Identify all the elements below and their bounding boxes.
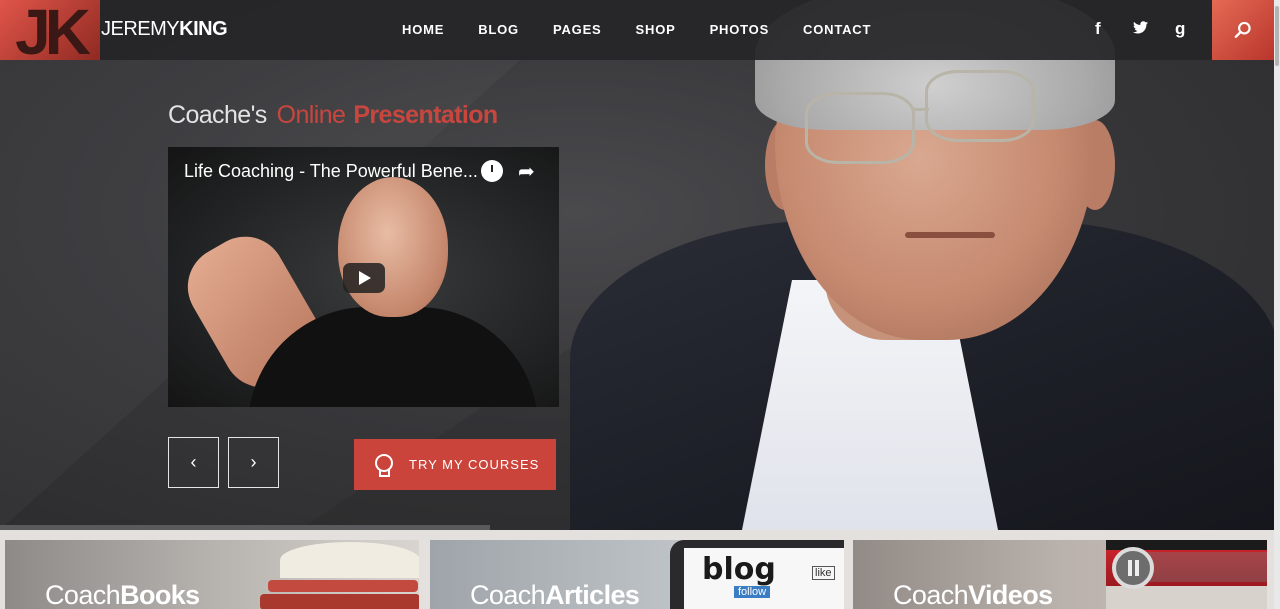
scrollbar-thumb[interactable] (1275, 6, 1279, 66)
card-title-light: Coach (893, 580, 969, 609)
card-title: CoachArticles (470, 580, 640, 609)
logo-name-light: JEREMY (101, 18, 180, 40)
card-title-light: Coach (45, 580, 121, 609)
watch-later-icon[interactable] (481, 160, 503, 182)
share-icon[interactable]: ➦ (518, 159, 535, 184)
card-title: CoachBooks (45, 580, 200, 609)
search-icon (1234, 21, 1251, 39)
card-coach-articles[interactable]: blog follow like CoachArticles (430, 540, 844, 609)
nav-contact[interactable]: CONTACT (803, 22, 871, 37)
book-spine (260, 594, 419, 609)
next-slide-button[interactable]: › (228, 437, 279, 488)
card-coach-videos[interactable]: CoachVideos (853, 540, 1267, 609)
logo-mark-text: JK (15, 0, 91, 60)
video-thumbnail-head (338, 177, 448, 317)
like-tag: like (812, 566, 835, 580)
portrait-glasses-lens (805, 92, 915, 164)
tablet-illustration: blog follow like (670, 540, 844, 609)
hero-section: Coache's Online Presentation Life Coaching… (0, 0, 1280, 530)
search-button[interactable] (1212, 0, 1274, 60)
books-illustration (260, 540, 419, 609)
tablet-screen: blog follow like (684, 548, 844, 609)
hero-headline: Coache's Online Presentation (168, 101, 498, 130)
book-spine (268, 580, 418, 592)
facebook-icon[interactable]: f (1095, 19, 1101, 39)
lightbulb-icon (374, 453, 393, 477)
headline-word: Presentation (353, 101, 498, 129)
portrait-glasses-bridge (913, 108, 929, 111)
video-player[interactable]: Life Coaching - The Powerful Bene... ➦ (168, 147, 559, 407)
card-title: CoachVideos (893, 580, 1053, 609)
pause-icon (1112, 547, 1154, 589)
nav-photos[interactable]: PHOTOS (710, 22, 769, 37)
portrait-mouth (905, 232, 995, 238)
follow-tag: follow (734, 586, 771, 598)
card-title-bold: Books (120, 580, 200, 609)
logo-text[interactable]: JEREMYKING (101, 18, 228, 41)
headline-word: Online (276, 101, 346, 129)
logo-mark[interactable]: JK (0, 0, 100, 60)
try-courses-label: TRY MY COURSES (409, 457, 540, 472)
nav-pages[interactable]: PAGES (553, 22, 602, 37)
site-header: JK JEREMYKING HOME BLOG PAGES SHOP PHOTO… (0, 0, 1280, 60)
twitter-icon[interactable] (1133, 19, 1148, 39)
headline-word: Coache's (168, 101, 267, 129)
video-title[interactable]: Life Coaching - The Powerful Bene... (184, 161, 478, 182)
card-title-light: Coach (470, 580, 546, 609)
coach-portrait (570, 0, 1280, 530)
card-title-bold: Videos (968, 580, 1053, 609)
nav-blog[interactable]: BLOG (478, 22, 519, 37)
blog-word: blog (702, 552, 776, 587)
page-scrollbar[interactable] (1274, 0, 1280, 609)
media-player-illustration (1106, 540, 1267, 609)
google-icon[interactable]: g (1175, 19, 1185, 39)
nav-shop[interactable]: SHOP (636, 22, 676, 37)
nav-home[interactable]: HOME (402, 22, 444, 37)
logo-name-bold: KING (179, 18, 228, 40)
prev-slide-button[interactable]: ‹ (168, 437, 219, 488)
try-courses-button[interactable]: TRY MY COURSES (354, 439, 556, 490)
main-nav: HOME BLOG PAGES SHOP PHOTOS CONTACT (402, 22, 905, 37)
open-book-page (280, 542, 419, 578)
portrait-glasses-lens (925, 70, 1035, 142)
play-button[interactable] (343, 263, 385, 293)
card-title-bold: Articles (545, 580, 640, 609)
card-coach-books[interactable]: CoachBooks (5, 540, 419, 609)
